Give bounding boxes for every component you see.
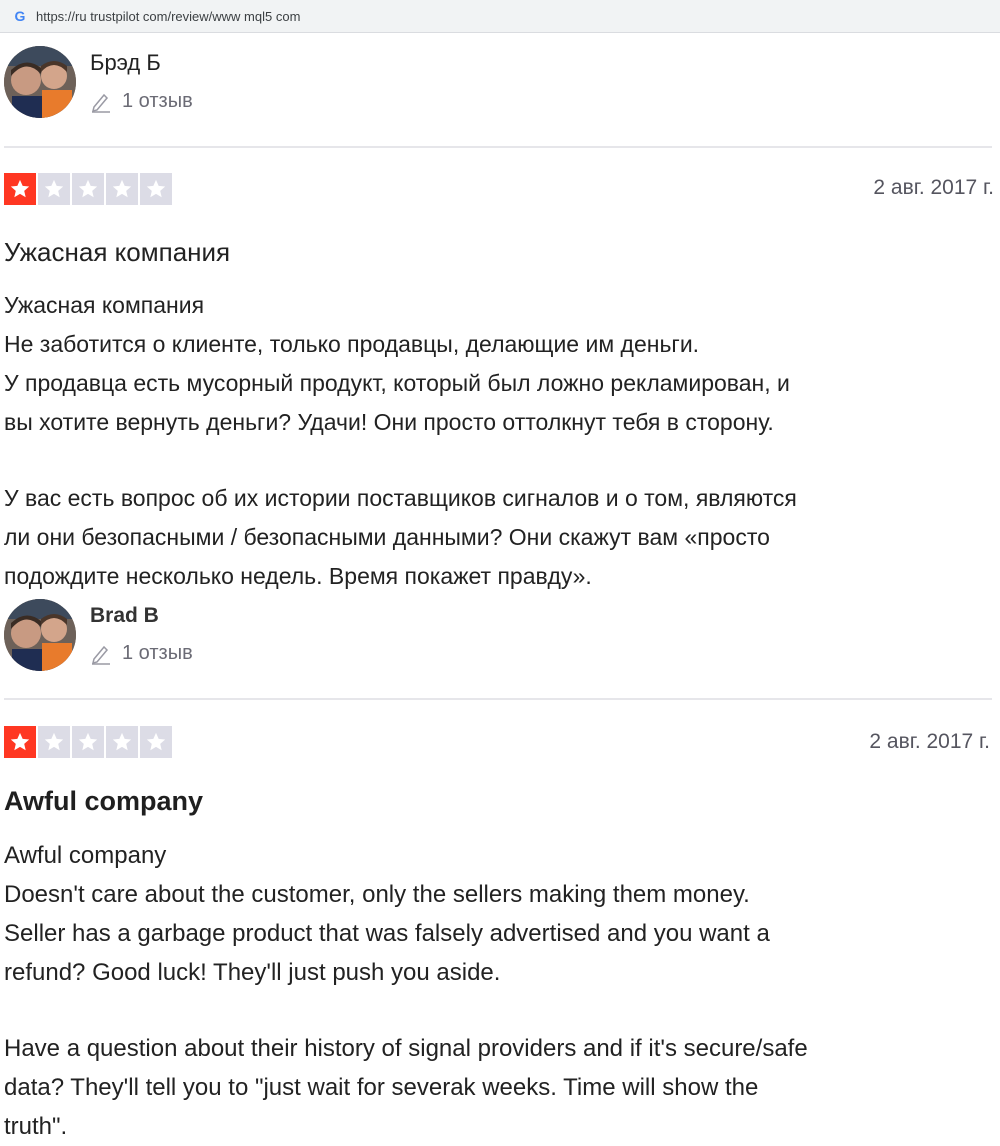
star-icon — [72, 173, 104, 205]
review-body-line: У продавца есть мусорный продукт, которы… — [4, 370, 790, 396]
reviewer-name[interactable]: Брэд Б — [90, 50, 161, 76]
review-date: 2 авг. 2017 г. — [869, 730, 990, 753]
star-icon — [106, 173, 138, 205]
review-body-line: Have a question about their history of s… — [4, 1035, 808, 1062]
review-body-line: Seller has a garbage product that was fa… — [4, 920, 770, 947]
star-icon — [38, 726, 70, 758]
star-icon — [72, 726, 104, 758]
review-body-line: Doesn't care about the customer, only th… — [4, 881, 750, 908]
review-body-line: data? They'll tell you to "just wait for… — [4, 1074, 759, 1101]
star-icon — [4, 726, 36, 758]
star-icon — [140, 173, 172, 205]
star-icon — [106, 726, 138, 758]
review-body-line: вы хотите вернуть деньги? Удачи! Они про… — [4, 409, 774, 435]
google-favicon-icon: G — [14, 8, 26, 24]
star-icon — [4, 173, 36, 205]
reviewer-name[interactable]: Brad B — [90, 604, 159, 628]
pencil-icon — [91, 93, 110, 113]
reviewer-avatar[interactable] — [4, 599, 76, 671]
review-body-line: подождите несколько недель. Время покаже… — [4, 563, 592, 589]
review-title[interactable]: Awful company — [4, 786, 203, 817]
divider — [4, 146, 992, 148]
url-text[interactable]: https://ru trustpilot com/review/www mql… — [36, 9, 300, 24]
review-body-line: Ужасная компания — [4, 292, 205, 318]
reviewer-avatar[interactable] — [4, 46, 76, 118]
review-body-line: Awful company — [4, 842, 167, 869]
review-body-line: ли они безопасными / безопасными данными… — [4, 524, 770, 550]
review-count: 1 отзыв — [90, 642, 193, 665]
review-body: Awful company Doesn't care about the cus… — [4, 836, 994, 1146]
review-body-line: truth". — [4, 1113, 68, 1140]
avatar-photo-icon — [4, 46, 76, 118]
address-bar[interactable]: G https://ru trustpilot com/review/www m… — [0, 0, 1000, 33]
review-title[interactable]: Ужасная компания — [4, 237, 230, 268]
star-icon — [38, 173, 70, 205]
review-count: 1 отзыв — [90, 90, 193, 113]
review-body-line: У вас есть вопрос об их истории поставщи… — [4, 485, 797, 511]
divider — [4, 698, 992, 700]
star-icon — [140, 726, 172, 758]
avatar-photo-icon — [4, 599, 76, 671]
review-count-label: 1 отзыв — [122, 642, 193, 664]
review-date: 2 авг. 2017 г. — [873, 176, 994, 199]
review-count-label: 1 отзыв — [122, 90, 193, 112]
star-rating — [4, 726, 172, 758]
pencil-icon — [91, 645, 110, 665]
review-body-line: refund? Good luck! They'll just push you… — [4, 959, 501, 986]
review-body-line: Не заботится о клиенте, только продавцы,… — [4, 331, 700, 357]
review-body: Ужасная компания Не заботится о клиенте,… — [4, 286, 994, 596]
star-rating — [4, 173, 172, 205]
